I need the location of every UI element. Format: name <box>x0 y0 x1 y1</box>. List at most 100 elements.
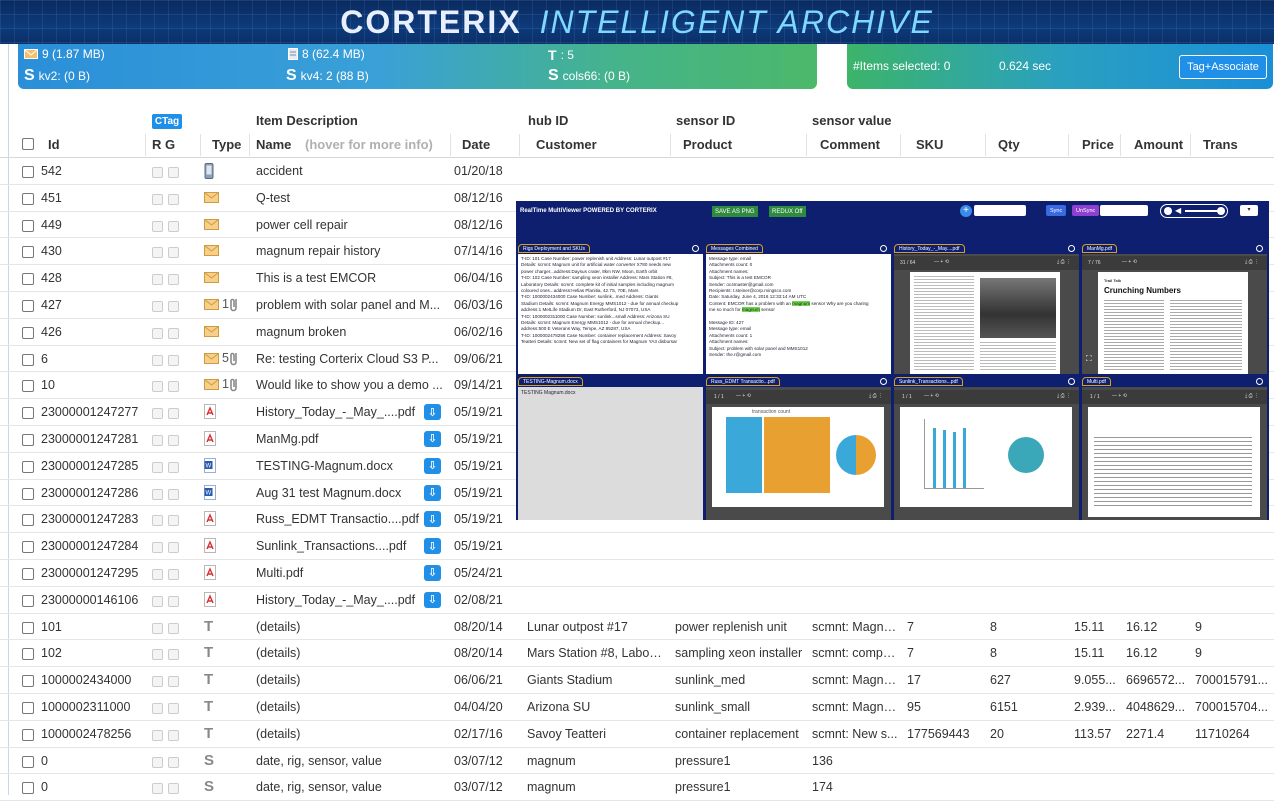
row-checkbox[interactable] <box>22 273 34 286</box>
download-icon[interactable]: ⇩ <box>424 457 441 474</box>
red-flag-toggle[interactable] <box>152 676 163 688</box>
red-flag-toggle[interactable] <box>152 649 163 661</box>
red-flag-toggle[interactable] <box>152 327 163 339</box>
row-checkbox[interactable] <box>22 514 34 527</box>
download-icon[interactable]: ⇩ <box>424 564 441 581</box>
row-checkbox[interactable] <box>22 433 34 446</box>
item-name-link[interactable]: date, rig, sensor, value <box>256 754 443 768</box>
row-checkbox[interactable] <box>22 326 34 339</box>
ctag-button[interactable]: CTag <box>152 114 182 129</box>
green-flag-toggle[interactable] <box>168 702 179 714</box>
comment-header[interactable]: Comment <box>820 137 880 152</box>
green-flag-toggle[interactable] <box>168 434 179 446</box>
green-flag-toggle[interactable] <box>168 354 179 366</box>
green-flag-toggle[interactable] <box>168 676 179 688</box>
panel-tab-history[interactable]: History_Today_-_May....pdf <box>894 244 965 253</box>
row-checkbox[interactable] <box>22 567 34 580</box>
green-flag-toggle[interactable] <box>168 729 179 741</box>
sku-header[interactable]: SKU <box>916 137 943 152</box>
panel-tab-messages[interactable]: Messages Combined <box>706 244 763 253</box>
red-flag-toggle[interactable] <box>152 300 163 312</box>
close-icon[interactable] <box>1256 378 1263 385</box>
green-flag-toggle[interactable] <box>168 542 179 554</box>
item-name-link[interactable]: This is a test EMCOR <box>256 271 443 285</box>
table-row[interactable]: 0 Sdate, rig, sensor, value 03/07/12 magnum… <box>0 774 1274 801</box>
green-flag-toggle[interactable] <box>168 408 179 420</box>
panel-tab-manmg[interactable]: ManMg.pdf <box>1082 244 1118 253</box>
panel-tab-sunlink[interactable]: Sunlink_Transactions...pdf <box>894 377 963 386</box>
table-row[interactable]: 1000002311000 T (details) 04/04/20 Arizona S… <box>0 694 1274 721</box>
row-checkbox[interactable] <box>22 299 34 312</box>
close-icon[interactable] <box>692 245 699 252</box>
save-png-button[interactable]: SAVE AS PNG <box>712 206 758 217</box>
red-flag-toggle[interactable] <box>152 193 163 205</box>
panel-tab-russ[interactable]: Russ_EDMT Transactio...pdf <box>706 377 780 386</box>
table-row[interactable]: 23000000146106 History_Today_-_May_....pd… <box>0 587 1274 614</box>
item-name-link[interactable]: Re: testing Corterix Cloud S3 P... <box>256 352 443 366</box>
item-name-link[interactable]: Multi.pdf <box>256 566 421 580</box>
item-name-link[interactable]: problem with solar panel and M... <box>256 298 443 312</box>
item-name-link[interactable]: Aug 31 test Magnum.docx <box>256 486 421 500</box>
row-checkbox[interactable] <box>22 380 34 393</box>
item-name-link[interactable]: (details) <box>256 673 443 687</box>
table-row[interactable]: 1000002434000 T (details) 06/06/21 Giants St… <box>0 667 1274 694</box>
item-name-link[interactable]: (details) <box>256 646 443 660</box>
id-header[interactable]: Id <box>48 137 60 152</box>
download-icon[interactable]: ⇩ <box>424 404 441 421</box>
item-name-link[interactable]: TESTING-Magnum.docx <box>256 459 421 473</box>
layout-select[interactable]: ▾ <box>1240 205 1258 216</box>
green-flag-toggle[interactable] <box>168 568 179 580</box>
add-panel-icon[interactable]: + <box>960 205 972 217</box>
red-flag-toggle[interactable] <box>152 354 163 366</box>
red-flag-toggle[interactable] <box>152 783 163 795</box>
red-flag-toggle[interactable] <box>152 247 163 259</box>
row-checkbox[interactable] <box>22 487 34 500</box>
row-checkbox[interactable] <box>22 192 34 205</box>
item-name-link[interactable]: History_Today_-_May_....pdf <box>256 405 421 419</box>
item-name-link[interactable]: (details) <box>256 727 443 741</box>
row-checkbox[interactable] <box>22 782 34 795</box>
green-flag-toggle[interactable] <box>168 274 179 286</box>
qty-header[interactable]: Qty <box>998 137 1020 152</box>
item-name-link[interactable]: (details) <box>256 700 443 714</box>
row-checkbox[interactable] <box>22 755 34 768</box>
product-header[interactable]: Product <box>683 137 732 152</box>
green-flag-toggle[interactable] <box>168 193 179 205</box>
download-icon[interactable]: ⇩ <box>424 538 441 555</box>
green-flag-toggle[interactable] <box>168 595 179 607</box>
close-icon[interactable] <box>1068 245 1075 252</box>
table-row[interactable]: 102 T (details) 08/20/14 Mars Station #8, La… <box>0 640 1274 668</box>
cols-count[interactable]: S cols66: (0 B) <box>548 67 630 85</box>
red-flag-toggle[interactable] <box>152 622 163 634</box>
row-checkbox[interactable] <box>22 407 34 420</box>
green-flag-toggle[interactable] <box>168 300 179 312</box>
item-name-link[interactable]: ManMg.pdf <box>256 432 421 446</box>
item-name-link[interactable]: date, rig, sensor, value <box>256 780 443 794</box>
fullscreen-icon[interactable]: ⛶ <box>1086 354 1092 364</box>
download-icon[interactable]: ⇩ <box>424 484 441 501</box>
name-header[interactable]: Name <box>256 137 291 152</box>
item-name-link[interactable]: Sunlink_Transactions....pdf <box>256 539 421 553</box>
close-icon[interactable] <box>1256 245 1263 252</box>
table-row[interactable]: 0 Sdate, rig, sensor, value 03/07/12 magnum… <box>0 748 1274 775</box>
volume-icon[interactable]: ◀ <box>1175 206 1181 215</box>
viewer-search-input[interactable] <box>974 205 1026 216</box>
t-count[interactable]: T : 5 <box>548 47 574 63</box>
green-flag-toggle[interactable] <box>168 220 179 232</box>
volume-handle[interactable] <box>1217 207 1225 215</box>
tag-associate-button[interactable]: Tag+Associate <box>1179 55 1267 79</box>
panel-tab-multi[interactable]: Multi.pdf <box>1082 377 1111 386</box>
row-checkbox[interactable] <box>22 219 34 232</box>
red-flag-toggle[interactable] <box>152 381 163 393</box>
green-flag-toggle[interactable] <box>168 783 179 795</box>
amount-header[interactable]: Amount <box>1134 137 1183 152</box>
email-count[interactable]: 9 (1.87 MB) <box>24 47 105 61</box>
download-icon[interactable]: ⇩ <box>424 511 441 528</box>
red-flag-toggle[interactable] <box>152 568 163 580</box>
red-flag-toggle[interactable] <box>152 488 163 500</box>
item-name-link[interactable]: History_Today_-_May_....pdf <box>256 593 421 607</box>
row-checkbox[interactable] <box>22 166 34 178</box>
table-row[interactable]: 23000001247295 Multi.pdf ⇩ 05/24/21 <box>0 560 1274 587</box>
unsync-button[interactable]: UnSync <box>1072 205 1100 216</box>
media-controls[interactable]: ◀ <box>1160 204 1228 218</box>
